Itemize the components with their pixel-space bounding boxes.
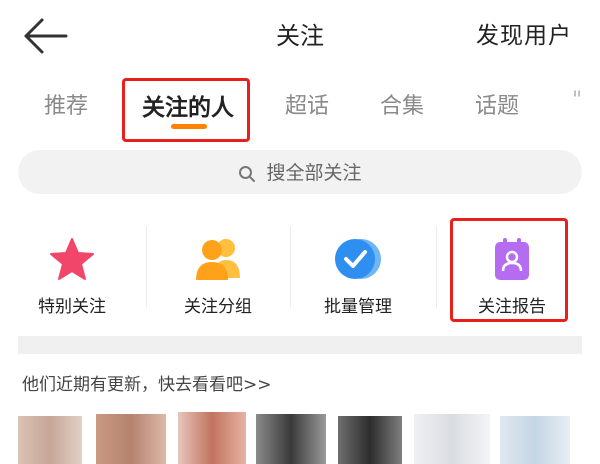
follow-groups-shortcut[interactable]: 关注分组 [148,226,288,322]
discover-users-button[interactable]: 发现用户 [476,16,572,50]
recent-updates-avatars[interactable] [0,408,600,464]
group-icon [196,239,240,280]
search-icon [239,165,256,182]
avatar[interactable] [178,412,246,464]
divider [146,226,147,308]
top-bar: 关注 发现用户 [0,0,600,70]
avatar[interactable] [96,414,166,464]
batch-manage-shortcut[interactable]: 批量管理 [288,226,428,322]
shortcut-label: 批量管理 [324,297,392,317]
search-placeholder: 搜全部关注 [266,162,362,184]
section-separator [18,336,582,354]
tab-collection[interactable]: 合集 [380,88,424,120]
recent-updates-link[interactable]: 他们近期有更新，快去看看吧>> [22,370,272,395]
special-follow-shortcut[interactable]: 特别关注 [2,226,142,322]
tab-recommend[interactable]: 推荐 [44,88,88,120]
tab-topic[interactable]: 话题 [475,88,519,120]
tab-bar: 推荐 关注的人 超话 合集 话题 [0,76,600,134]
avatar[interactable] [338,416,402,464]
avatar[interactable] [414,414,490,464]
highlight-box-report [450,218,568,322]
star-icon [50,238,94,280]
avatar[interactable] [18,416,82,464]
tab-super-topic[interactable]: 超话 [285,88,329,120]
divider [436,226,437,308]
shortcut-label: 关注分组 [184,297,252,317]
avatar[interactable] [256,414,326,464]
highlight-box-following-tab [122,78,250,142]
avatar[interactable] [500,416,570,464]
tab-partial-label: " [574,88,582,113]
search-bar[interactable]: 搜全部关注 [18,150,582,194]
check-circle-icon [335,239,381,279]
tab-overflow-fade: " [574,88,600,118]
shortcut-label: 特别关注 [38,297,106,317]
